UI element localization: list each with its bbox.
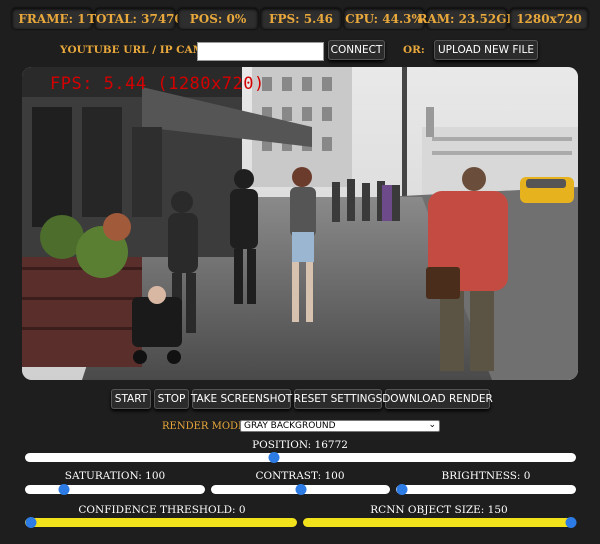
chevron-down-icon: ⌄ [428,420,436,430]
frame-stat: FRAME: 1 [12,8,92,29]
brightness-slider[interactable] [396,484,576,495]
pos-stat: POS: 0% [178,8,258,29]
render-mode-label: RENDER MODE: [162,421,249,432]
saturation-slider-thumb[interactable] [58,484,70,495]
rcnn-size-slider-thumb[interactable] [565,517,576,528]
fps-overlay-text: FPS: 5.44 (1280x720) [50,74,265,94]
download-render-button[interactable]: DOWNLOAD RENDER [382,389,493,409]
cpu-stat: CPU: 44.3% [344,8,424,29]
contrast-label: CONTRAST: 100 [255,470,345,482]
position-slider-thumb[interactable] [268,452,279,463]
total-stat: TOTAL: 37470 [87,8,183,29]
rcnn-size-label: RCNN OBJECT SIZE: 150 [370,504,508,516]
contrast-slider[interactable] [211,484,390,495]
rcnn-size-slider[interactable] [303,517,576,528]
saturation-slider[interactable] [25,484,205,495]
ram-stat: RAM: 23.52GB [417,8,517,29]
start-button[interactable]: START [111,389,151,409]
fps-stat: FPS: 5.46 [261,8,341,29]
brightness-slider-thumb[interactable] [396,484,407,495]
position-slider[interactable] [25,452,576,463]
or-label: OR: [403,44,425,56]
confidence-slider-thumb[interactable] [25,517,36,528]
url-input[interactable] [197,42,324,61]
confidence-slider[interactable] [25,517,297,528]
confidence-label: CONFIDENCE THRESHOLD: 0 [78,504,246,516]
position-label: POSITION: 16772 [252,439,348,451]
stop-button[interactable]: STOP [154,389,189,409]
render-mode-value: GRAY BACKGROUND [244,421,336,431]
brightness-label: BRIGHTNESS: 0 [441,470,531,482]
upload-button[interactable]: UPLOAD NEW FILE [434,40,538,60]
contrast-slider-thumb[interactable] [295,484,306,495]
resolution-stat: 1280x720 [510,8,588,29]
video-frame: FPS: 5.44 (1280x720) [22,67,578,380]
screenshot-button[interactable]: TAKE SCREENSHOT [191,389,292,409]
connect-button[interactable]: CONNECT [328,40,385,60]
reset-settings-button[interactable]: RESET SETTINGS [294,389,382,409]
render-mode-select[interactable]: GRAY BACKGROUND ⌄ [240,420,440,432]
street-scene-image [22,67,578,380]
saturation-label: SATURATION: 100 [64,470,166,482]
